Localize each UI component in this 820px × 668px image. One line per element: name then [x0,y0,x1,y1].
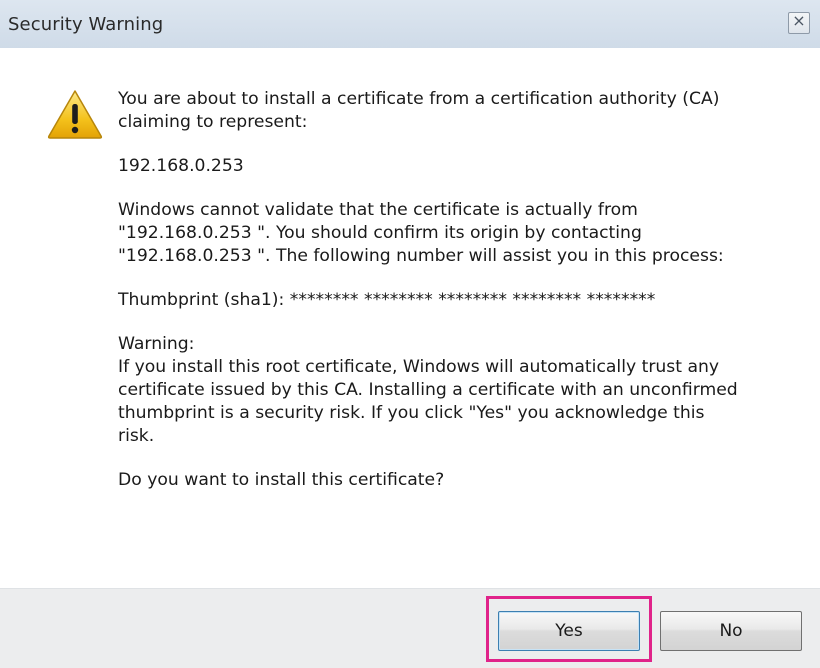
warning-heading: Warning: [118,334,195,354]
question-paragraph: Do you want to install this certificate? [118,469,798,492]
host-paragraph: 192.168.0.253 [118,155,798,178]
warning-line: thumbprint is a security risk. If you cl… [118,403,705,423]
intro-line: claiming to represent: [118,112,308,132]
validate-paragraph: Windows cannot validate that the certifi… [118,199,798,268]
warning-line: certificate issued by this CA. Installin… [118,380,738,400]
warning-line: risk. [118,426,155,446]
warning-line: If you install this root certificate, Wi… [118,357,720,377]
intro-paragraph: You are about to install a certificate f… [118,88,798,134]
yes-button[interactable]: Yes [498,611,640,651]
close-icon: × [792,11,806,30]
dialog-content: You are about to install a certificate f… [0,48,820,588]
close-button[interactable]: × [788,11,810,34]
intro-line: You are about to install a certificate f… [118,89,720,109]
thumbprint-text: Thumbprint (sha1): ******** ******** ***… [118,290,656,310]
validate-line: "192.168.0.253 ". You should confirm its… [118,223,642,243]
warning-paragraph: Warning: If you install this root certif… [118,333,798,448]
security-warning-dialog: Security Warning × You are about to inst… [0,0,820,668]
button-bar: Yes No [0,588,820,668]
thumbprint-paragraph: Thumbprint (sha1): ******** ******** ***… [118,289,798,312]
host-address: 192.168.0.253 [118,156,244,176]
validate-line: Windows cannot validate that the certifi… [118,200,638,220]
window-title: Security Warning [8,14,164,35]
title-bar: Security Warning × [0,0,820,48]
no-button[interactable]: No [660,611,802,651]
validate-line: "192.168.0.253 ". The following number w… [118,246,724,266]
install-question: Do you want to install this certificate? [118,470,445,490]
warning-icon [47,90,103,139]
message-body: You are about to install a certificate f… [118,88,798,513]
